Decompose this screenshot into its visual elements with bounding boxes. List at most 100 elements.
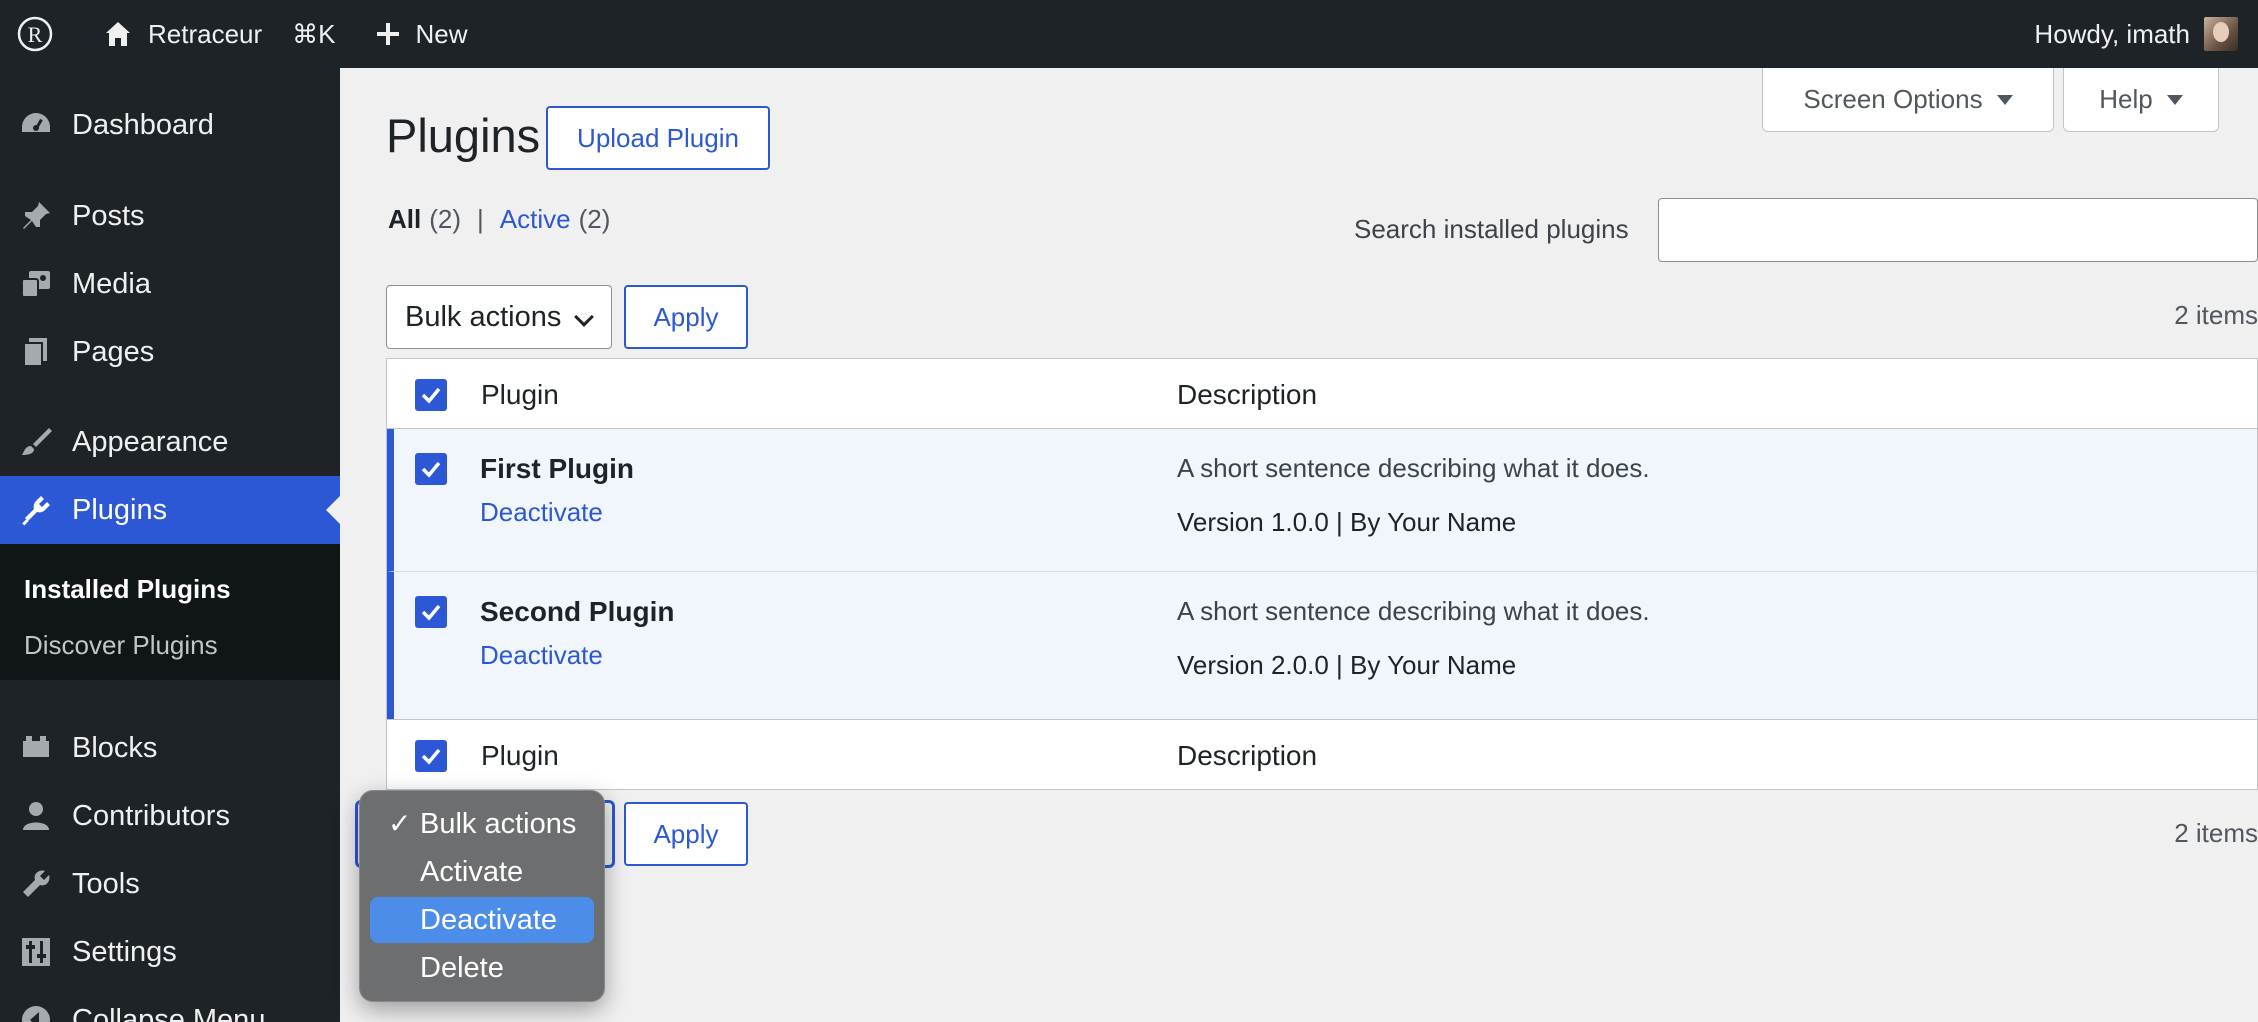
row-checkbox[interactable] [415,453,447,485]
caret-down-icon [2166,94,2183,105]
sidebar-item-appearance[interactable]: Appearance [0,408,340,476]
sidebar-item-label: Posts [72,199,145,232]
items-count-bottom: 2 items [2174,818,2258,848]
table-header: Plugin Description [387,359,2257,429]
select-all-checkbox[interactable] [415,379,447,411]
sidebar-item-label: Media [72,267,151,300]
sidebar-item-label: Appearance [72,425,229,458]
deactivate-link[interactable]: Deactivate [480,640,603,671]
apply-button-top[interactable]: Apply [624,285,748,349]
row-checkbox[interactable] [415,596,447,628]
sidebar-item-label: Blocks [72,731,158,764]
deactivate-link[interactable]: Deactivate [480,497,603,528]
logo-icon[interactable]: R [16,0,56,68]
plugin-description: A short sentence describing what it does… [1177,596,1650,626]
dashboard-icon [16,105,56,145]
sidebar-item-plugins[interactable]: Plugins [0,476,340,544]
sidebar-item-pages[interactable]: Pages [0,318,340,386]
sidebar-item-media[interactable]: Media [0,250,340,318]
account-menu[interactable]: Howdy, imath [2034,0,2238,68]
items-count-top: 2 items [2174,300,2258,330]
help-button[interactable]: Help [2063,68,2219,132]
plugin-icon [16,490,56,530]
plugin-description: A short sentence describing what it does… [1177,453,1650,483]
plugin-meta: Version 1.0.0 | By Your Name [1177,507,1517,537]
admin-bar: R Retraceur ⌘K New Howdy, imath [0,0,2258,68]
collapse-menu-button[interactable]: Collapse Menu [0,986,340,1022]
table-row: Second Plugin Deactivate A short sentenc… [387,572,2257,719]
pin-icon [16,196,56,236]
column-plugin[interactable]: Plugin [481,379,559,411]
bulk-actions-select-top[interactable]: Bulk actions [386,285,612,349]
filter-separator: | [477,204,484,234]
option-deactivate[interactable]: Deactivate [370,897,594,943]
sidebar-item-label: Dashboard [72,108,214,141]
svg-text:R: R [28,22,43,47]
sidebar-item-tools[interactable]: Tools [0,850,340,918]
option-label: Activate [420,855,524,888]
option-activate[interactable]: Activate [370,849,594,895]
screen-options-label: Screen Options [1803,84,1983,114]
sidebar-item-settings[interactable]: Settings [0,918,340,986]
caret-down-icon [1996,94,2013,105]
option-label: Delete [420,951,504,984]
pages-icon [16,332,56,372]
howdy-text[interactable]: Howdy, imath [2034,19,2190,50]
search-input[interactable] [1658,198,2258,262]
select-all-checkbox-footer[interactable] [415,740,447,772]
sidebar-item-blocks[interactable]: Blocks [0,714,340,782]
apply-button-bottom[interactable]: Apply [624,802,748,866]
sidebar-item-label: Plugins [72,493,168,526]
plugin-status-filters: All (2) | Active (2) [388,204,610,235]
avatar[interactable] [2204,17,2238,51]
table-row: First Plugin Deactivate A short sentence… [387,429,2257,572]
bulk-actions-dropdown: ✓ Bulk actions Activate Deactivate Delet… [359,790,605,1002]
user-icon [16,796,56,836]
paintbrush-icon [16,422,56,462]
column-plugin[interactable]: Plugin [481,740,559,772]
sidebar-item-label: Pages [72,335,155,368]
sidebar-item-label: Tools [72,867,140,900]
check-icon [421,461,441,478]
chevron-down-icon [574,307,594,327]
new-content-link[interactable]: New [416,0,468,68]
option-label: Bulk actions [420,807,577,840]
main-content: Screen Options Help Plugins Upload Plugi… [340,68,2258,1022]
home-icon[interactable] [102,0,134,68]
option-bulk-actions[interactable]: ✓ Bulk actions [370,801,594,847]
plugin-meta: Version 2.0.0 | By Your Name [1177,650,1517,680]
wrench-icon [16,864,56,904]
plus-icon[interactable] [374,0,402,68]
sidebar-item-dashboard[interactable]: Dashboard [0,91,340,159]
search-label: Search installed plugins [1354,214,1629,244]
check-icon [421,604,441,621]
option-label: Deactivate [420,903,558,936]
site-name-link[interactable]: Retraceur [148,0,262,68]
admin-sidebar: Dashboard Posts Media Pages Appearance P… [0,68,340,1022]
plugin-name: First Plugin [480,453,634,484]
column-description: Description [1177,379,1318,410]
screen-options-button[interactable]: Screen Options [1762,68,2054,132]
option-delete[interactable]: Delete [370,945,594,991]
submenu-discover-plugins[interactable]: Discover Plugins [24,630,218,661]
filter-all-count: (2) [429,204,462,234]
filter-active[interactable]: Active [500,204,571,235]
collapse-icon [16,1000,56,1022]
blocks-icon [16,728,56,768]
media-icon [16,264,56,304]
plugins-table: Plugin Description First Plugin Deactiva… [386,358,2258,790]
check-icon [421,748,441,765]
sidebar-item-label: Settings [72,935,177,968]
checkmark-icon: ✓ [388,808,412,839]
sidebar-item-label: Contributors [72,799,230,832]
upload-plugin-button[interactable]: Upload Plugin [546,106,770,170]
check-icon [421,387,441,404]
submenu-installed-plugins[interactable]: Installed Plugins [24,574,231,605]
sidebar-item-posts[interactable]: Posts [0,182,340,250]
plugin-name: Second Plugin [480,596,675,627]
help-label: Help [2099,84,2153,114]
sidebar-item-label: Collapse Menu [72,1003,266,1022]
sidebar-item-contributors[interactable]: Contributors [0,782,340,850]
command-palette-shortcut[interactable]: ⌘K [292,0,335,68]
filter-all[interactable]: All [388,204,421,235]
